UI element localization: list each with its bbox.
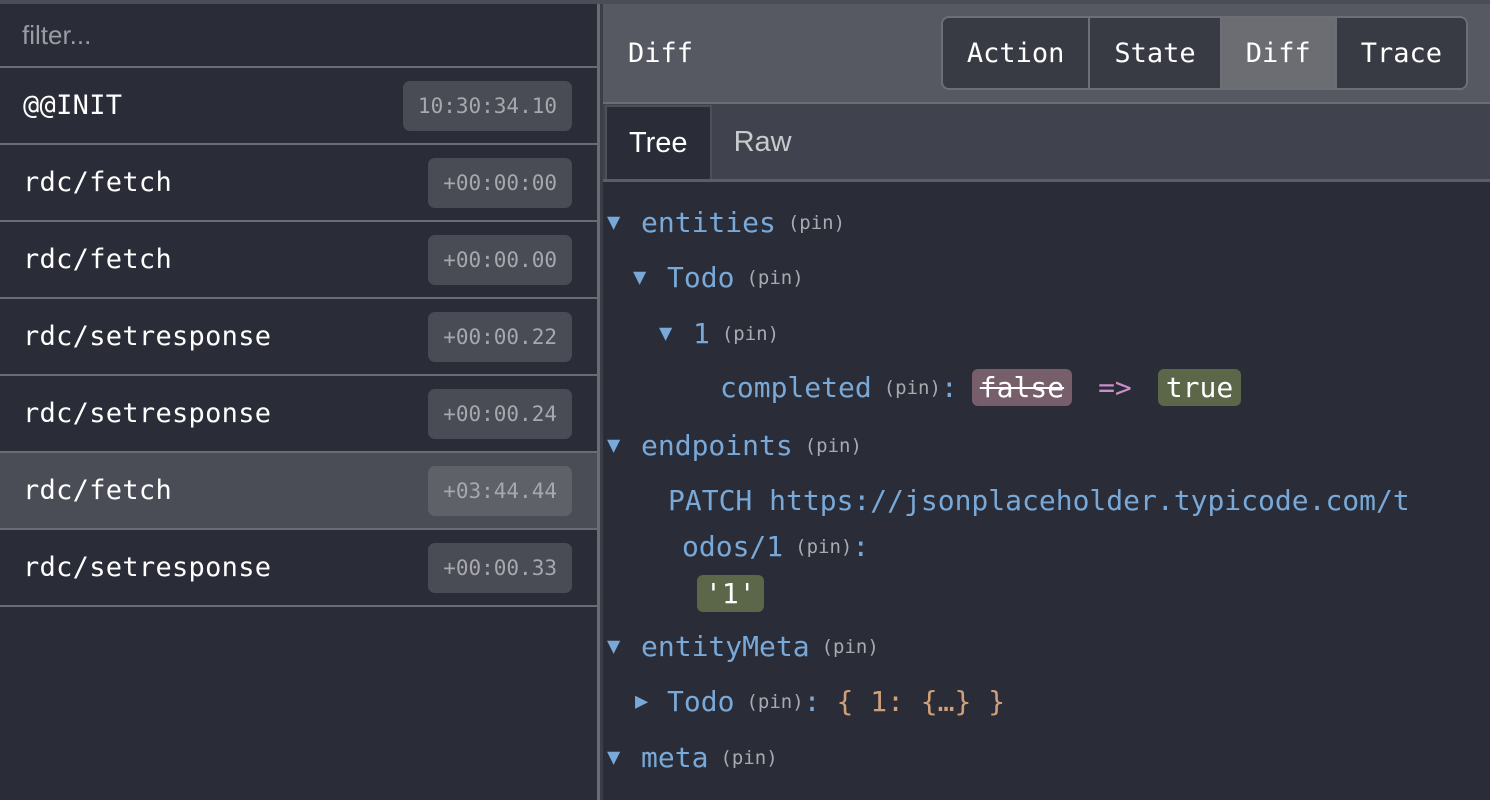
filter-input[interactable] xyxy=(22,19,562,51)
tree-key[interactable]: Todo xyxy=(667,261,734,294)
tree-key: PATCH https://jsonplaceholder.typicode.c… xyxy=(668,484,1410,517)
added-value: '1' xyxy=(697,575,764,612)
action-time-badge: +00:00.24 xyxy=(428,388,572,439)
expand-arrow-icon[interactable]: ▼ xyxy=(607,634,633,659)
tree-node-entitymeta: ▼ entityMeta (pin) xyxy=(607,630,879,663)
tree-node-endpoint-value: '1' xyxy=(697,575,764,612)
action-name: rdc/setresponse xyxy=(23,552,272,583)
tree-node-endpoint-key-cont: odos/1 (pin) : xyxy=(682,530,869,563)
tree-node-todo: ▼ Todo (pin) xyxy=(633,261,804,294)
tree-node-meta: ▼ meta (pin) xyxy=(607,741,778,774)
tree-node-endpoint-key: PATCH https://jsonplaceholder.typicode.c… xyxy=(668,484,1410,517)
tree-key[interactable]: 1 xyxy=(693,317,710,350)
action-time-badge: +03:44.44 xyxy=(428,465,572,516)
colon: : xyxy=(803,685,821,718)
expand-arrow-icon[interactable]: ▼ xyxy=(607,433,633,458)
collapse-arrow-icon[interactable]: ▶ xyxy=(635,689,661,714)
subtab-tree[interactable]: Tree xyxy=(605,105,712,179)
action-time-badge: +00:00.22 xyxy=(428,311,572,362)
pin-link[interactable]: (pin) xyxy=(805,435,862,457)
tree-key: completed xyxy=(720,371,872,404)
removed-value: false xyxy=(971,369,1073,406)
action-time-badge: +00:00:00 xyxy=(428,157,572,208)
filter-bar xyxy=(0,4,597,68)
colon: : xyxy=(940,371,958,404)
action-time-badge: 10:30:34.10 xyxy=(402,80,572,131)
action-row[interactable]: rdc/setresponse +00:00.24 xyxy=(0,376,597,453)
action-row[interactable]: rdc/setresponse +00:00.33 xyxy=(0,530,597,607)
pin-link[interactable]: (pin) xyxy=(720,747,777,769)
tree-key[interactable]: Todo xyxy=(667,685,734,718)
tab-state[interactable]: State xyxy=(1090,18,1222,88)
tree-node-completed: completed (pin) : false => true xyxy=(720,369,1242,406)
action-row[interactable]: @@INIT 10:30:34.10 xyxy=(0,68,597,145)
pin-link[interactable]: (pin) xyxy=(795,536,852,558)
inspector-header: Diff Action State Diff Trace xyxy=(603,4,1490,104)
inspector-pane: Diff Action State Diff Trace Tree Raw ▼ … xyxy=(603,4,1490,800)
change-arrow: => xyxy=(1098,371,1132,404)
view-mode-tabs: Tree Raw xyxy=(603,104,1490,182)
tab-trace[interactable]: Trace xyxy=(1336,18,1466,88)
tab-action[interactable]: Action xyxy=(942,18,1091,88)
action-row-selected[interactable]: rdc/fetch +03:44.44 xyxy=(0,453,597,530)
tree-node-1: ▼ 1 (pin) xyxy=(659,317,779,350)
action-name: rdc/fetch xyxy=(23,167,172,198)
pin-link[interactable]: (pin) xyxy=(788,212,845,234)
pin-link[interactable]: (pin) xyxy=(822,636,879,658)
action-name: @@INIT xyxy=(23,90,123,121)
action-name: rdc/setresponse xyxy=(23,398,272,429)
action-row[interactable]: rdc/setresponse +00:00.22 xyxy=(0,299,597,376)
inspector-title: Diff xyxy=(628,37,694,69)
pin-link[interactable]: (pin) xyxy=(722,323,779,345)
inspector-tab-group: Action State Diff Trace xyxy=(940,16,1468,90)
action-name: rdc/fetch xyxy=(23,475,172,506)
expand-arrow-icon[interactable]: ▼ xyxy=(633,265,659,290)
action-time-badge: +00:00.33 xyxy=(428,542,572,593)
tree-node-endpoints: ▼ endpoints (pin) xyxy=(607,429,862,462)
collapsed-preview[interactable]: { 1: {…} } xyxy=(837,685,1006,718)
action-row[interactable]: rdc/fetch +00:00:00 xyxy=(0,145,597,222)
added-value: true xyxy=(1157,369,1242,406)
action-name: rdc/fetch xyxy=(23,244,172,275)
tree-key[interactable]: endpoints xyxy=(641,429,793,462)
expand-arrow-icon[interactable]: ▼ xyxy=(607,210,633,235)
expand-arrow-icon[interactable]: ▼ xyxy=(607,745,633,770)
tree-key[interactable]: entityMeta xyxy=(641,630,810,663)
tab-diff[interactable]: Diff xyxy=(1221,18,1337,88)
pin-link[interactable]: (pin) xyxy=(884,377,941,399)
expand-arrow-icon[interactable]: ▼ xyxy=(659,321,685,346)
tree-key[interactable]: meta xyxy=(641,741,708,774)
tree-key-wrapped: odos/1 xyxy=(682,530,784,563)
subtab-raw[interactable]: Raw xyxy=(712,105,814,179)
tree-key[interactable]: entities xyxy=(641,206,776,239)
tree-node-meta-todo: ▶ Todo (pin) : { 1: {…} } xyxy=(635,685,1005,718)
action-row[interactable]: rdc/fetch +00:00.00 xyxy=(0,222,597,299)
pin-link[interactable]: (pin) xyxy=(746,691,803,713)
pin-link[interactable]: (pin) xyxy=(746,267,803,289)
action-list-pane: @@INIT 10:30:34.10 rdc/fetch +00:00:00 r… xyxy=(0,4,597,800)
action-name: rdc/setresponse xyxy=(23,321,272,352)
colon: : xyxy=(852,530,870,563)
tree-node-entities: ▼ entities (pin) xyxy=(607,206,845,239)
action-time-badge: +00:00.00 xyxy=(428,234,572,285)
